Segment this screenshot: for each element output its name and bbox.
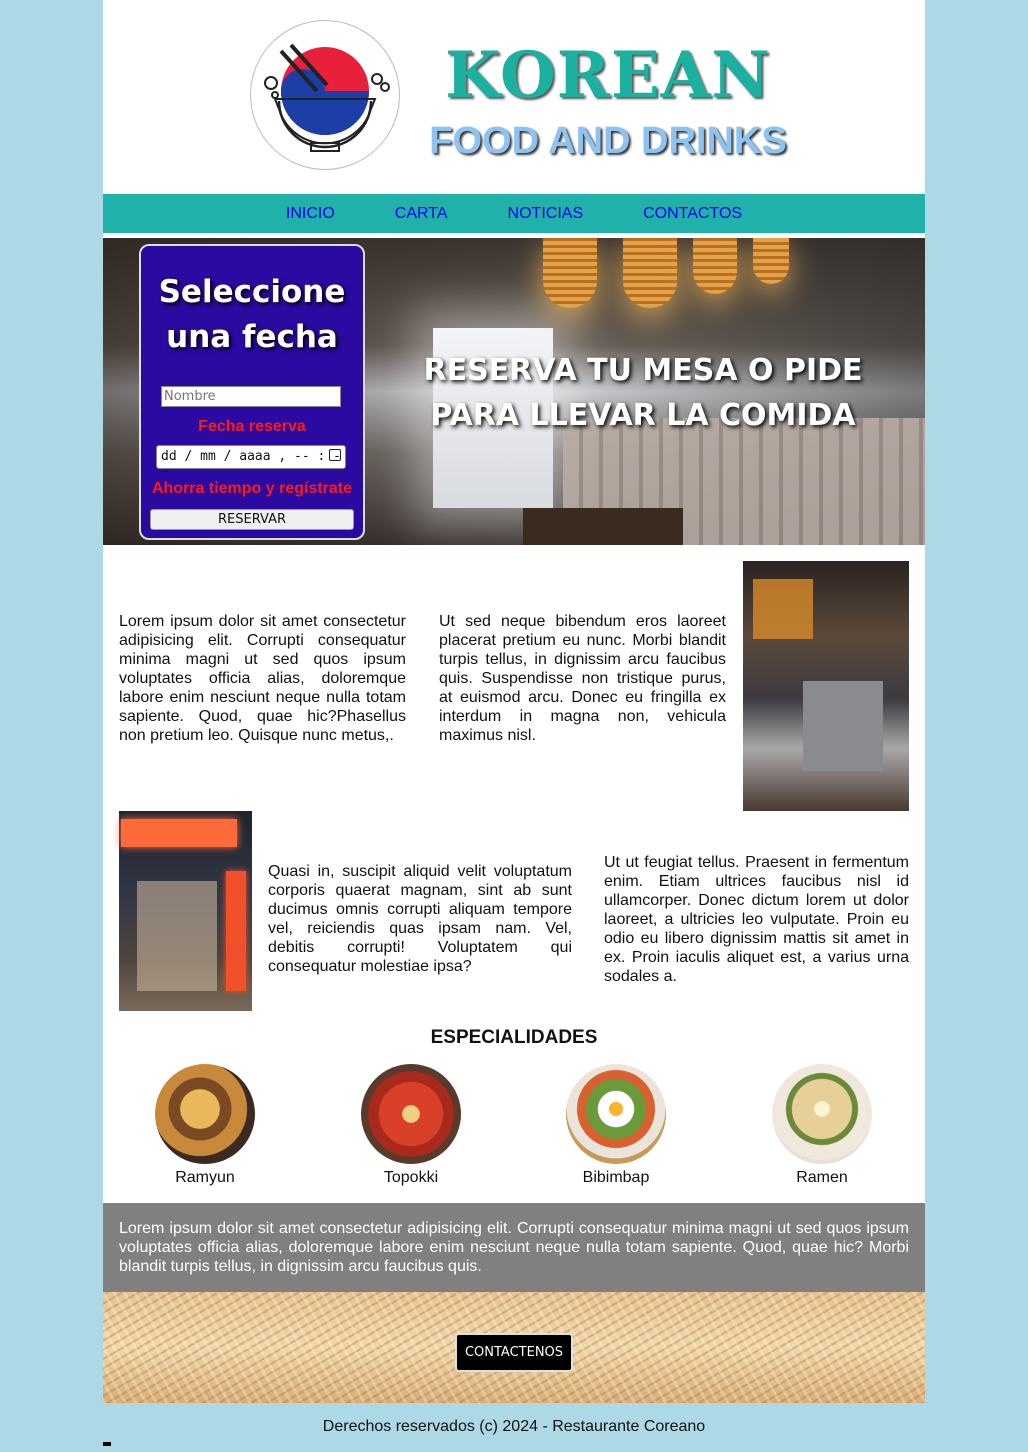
specialty-name: Topokki [383, 1169, 439, 1186]
register-prompt: Ahorra tiempo y regístrate [151, 480, 353, 497]
date-label: Fecha reserva [198, 418, 306, 435]
info-banner-text: Lorem ipsum dolor sit amet consectetur a… [119, 1220, 909, 1275]
restaurant-door [137, 881, 217, 991]
contact-button[interactable]: CONTACTENOS [455, 1333, 573, 1372]
paragraph-1: Lorem ipsum dolor sit amet consectetur a… [119, 613, 406, 744]
specialty-name: Ramyun [175, 1169, 235, 1186]
specialty-name: Ramen [796, 1169, 848, 1186]
hero-table [523, 508, 683, 545]
nav-noticias[interactable]: NOTICIAS [478, 205, 614, 223]
hero-banner: RESERVA TU MESA O PIDE PARA LLEVAR LA CO… [103, 238, 925, 545]
lamp-icon [623, 238, 677, 308]
neon-sign-vertical [226, 871, 246, 991]
restaurant-front-image [119, 811, 252, 1011]
lamp-icon [693, 238, 737, 294]
brand-title: KOREAN [445, 38, 771, 113]
specialty-name: Bibimbap [582, 1169, 650, 1186]
footer-text: Derechos reservados (c) 2024 - Restauran… [322, 1418, 706, 1435]
ramen-image [772, 1064, 872, 1164]
date-placeholder: dd / mm / aaaa , -- : -- [161, 449, 342, 479]
bibimbap-image [566, 1064, 666, 1164]
name-input[interactable] [161, 386, 341, 407]
nav-inicio[interactable]: INICIO [256, 205, 365, 223]
street-sign [753, 579, 813, 639]
date-time-input[interactable]: dd / mm / aaaa , -- : -- [156, 445, 346, 479]
street-dining-image [743, 561, 909, 811]
neon-sign [121, 819, 237, 847]
street-table [803, 681, 883, 771]
ramyun-image [155, 1064, 255, 1164]
main-nav: INICIO CARTA NOTICIAS CONTACTOS [103, 194, 925, 233]
lamp-icon [543, 238, 597, 308]
specialties-title: ESPECIALIDADES [430, 1027, 598, 1048]
specialty-bibimbap[interactable]: Bibimbap [536, 1064, 696, 1187]
reservation-title: Seleccione una fecha [158, 274, 346, 355]
topokki-image [361, 1064, 461, 1164]
korean-bowl-logo-icon [250, 20, 400, 170]
calendar-icon[interactable] [329, 449, 341, 461]
footer-marker [103, 1442, 111, 1446]
lamp-icon [753, 238, 789, 284]
contact-section: CONTACTENOS [103, 1292, 925, 1403]
site-header: KOREAN FOOD AND DRINKS [103, 0, 925, 194]
paragraph-2: Ut sed neque bibendum eros laoreet place… [439, 613, 726, 744]
reserve-button[interactable]: RESERVAR [150, 509, 354, 530]
nav-contactos[interactable]: CONTACTOS [613, 205, 772, 223]
specialty-topokki[interactable]: Topokki [331, 1064, 491, 1187]
page-container: KOREAN FOOD AND DRINKS INICIO CARTA NOTI… [103, 0, 925, 1403]
specialty-ramyun[interactable]: Ramyun [125, 1064, 285, 1187]
nav-carta[interactable]: CARTA [365, 205, 478, 223]
info-banner: Lorem ipsum dolor sit amet consectetur a… [103, 1203, 925, 1292]
paragraph-4: Ut ut feugiat tellus. Praesent in fermen… [604, 854, 909, 985]
paragraph-3: Quasi in, suscipit aliquid velit volupta… [268, 863, 572, 975]
hero-heading: RESERVA TU MESA O PIDE PARA LLEVAR LA CO… [423, 353, 863, 433]
reservation-form: Seleccione una fecha Fecha reserva dd / … [139, 244, 365, 540]
specialty-ramen[interactable]: Ramen [742, 1064, 902, 1187]
brand-subtitle: FOOD AND DRINKS [429, 120, 787, 162]
